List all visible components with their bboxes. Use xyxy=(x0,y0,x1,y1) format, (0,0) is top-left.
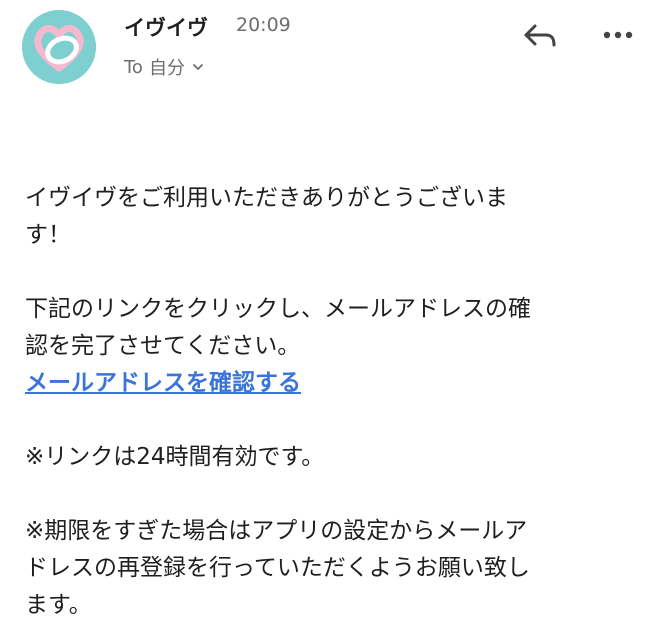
recipient-dropdown[interactable]: To 自分 xyxy=(124,54,205,80)
more-options-button[interactable] xyxy=(598,20,638,50)
reply-button[interactable] xyxy=(520,18,560,54)
expiry-line-3: ます。 xyxy=(25,592,92,618)
reply-arrow-icon xyxy=(524,24,556,47)
instruction-line-1: 下記のリンクをクリックし、メールアドレスの確 xyxy=(25,296,531,322)
greeting-line-2: す！ xyxy=(25,222,71,248)
greeting-line-1: イヴイヴをご利用いただきありがとうございま xyxy=(25,185,508,211)
recipient-prefix: To xyxy=(124,56,143,78)
instruction-line-2: 認を完了させてください。 xyxy=(25,333,301,359)
email-header: イヴイヴ 20:09 To 自分 xyxy=(0,0,670,100)
chevron-down-icon xyxy=(193,64,203,70)
sender-avatar[interactable] xyxy=(22,10,96,84)
validity-note: ※リンクは24時間有効です。 xyxy=(25,444,325,470)
confirm-email-link[interactable]: メールアドレスを確認する xyxy=(25,370,301,396)
sender-name: イヴイヴ xyxy=(124,16,208,40)
expiry-line-1: ※期限をすぎた場合はアプリの設定からメールア xyxy=(25,518,528,544)
expiry-line-2: ドレスの再登録を行っていただくようお願い致し xyxy=(25,555,530,581)
more-horizontal-icon xyxy=(603,31,633,39)
heart-ring-logo-icon xyxy=(22,10,96,84)
timestamp: 20:09 xyxy=(236,14,291,36)
email-body: イヴイヴをご利用いただきありがとうございま す！ 下記のリンクをクリックし、メー… xyxy=(25,180,625,624)
recipient-name: 自分 xyxy=(148,58,185,79)
